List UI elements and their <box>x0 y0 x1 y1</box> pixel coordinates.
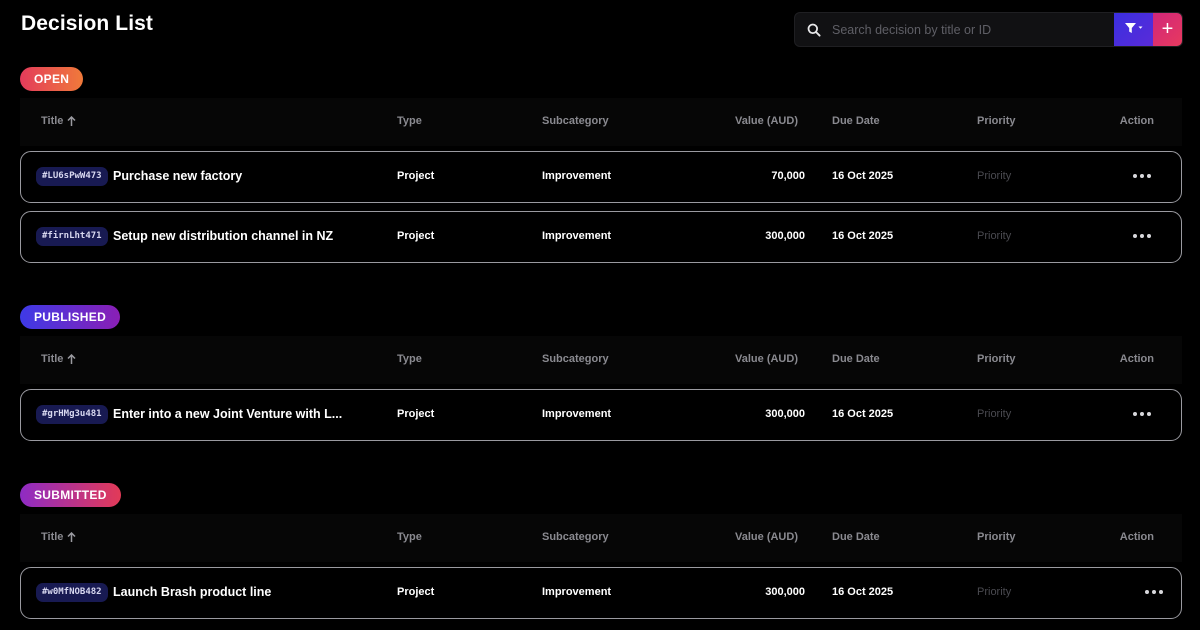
column-action-header: Action <box>1119 353 1154 365</box>
column-action-header: Action <box>1119 115 1154 127</box>
page-title: Decision List <box>21 12 153 35</box>
column-priority-header: Priority <box>977 353 1016 365</box>
column-title-header[interactable]: Title <box>41 115 76 127</box>
column-title-header[interactable]: Title <box>41 353 76 365</box>
section-submitted: SUBMITTED Title Type Subcategory Value (… <box>20 483 1182 619</box>
column-due-date-header: Due Date <box>832 531 880 543</box>
column-priority-header: Priority <box>977 115 1016 127</box>
sort-arrow-up-icon <box>67 353 76 364</box>
search-icon <box>795 13 821 46</box>
column-action-header: Action <box>1119 531 1154 543</box>
search-input[interactable] <box>821 13 1114 46</box>
table-row[interactable]: #firnLht471 Setup new distribution chann… <box>20 211 1182 263</box>
column-value-header: Value (AUD) <box>735 115 798 127</box>
table-header: Title Type Subcategory Value (AUD) Due D… <box>20 336 1182 384</box>
more-options-icon[interactable] <box>1131 226 1153 246</box>
decision-title[interactable]: Setup new distribution channel in NZ <box>113 229 333 243</box>
column-subcategory-header: Subcategory <box>542 353 609 365</box>
decision-id-badge: #LU6sPwW473 <box>36 167 108 186</box>
more-options-icon[interactable] <box>1143 582 1165 602</box>
filter-icon <box>1124 22 1144 37</box>
status-pill-open: OPEN <box>20 67 84 91</box>
column-subcategory-header: Subcategory <box>542 115 609 127</box>
decision-value: 300,000 <box>765 586 805 598</box>
decision-id-badge: #w0MfNOB482 <box>36 583 108 602</box>
decision-priority: Priority <box>977 586 1012 598</box>
table-header: Title Type Subcategory Value (AUD) Due D… <box>20 98 1182 146</box>
decision-value: 70,000 <box>771 170 805 182</box>
column-type-header: Type <box>397 115 422 127</box>
sort-arrow-up-icon <box>67 115 76 126</box>
decision-subcategory: Improvement <box>542 408 612 420</box>
table-row[interactable]: #LU6sPwW473 Purchase new factory Project… <box>20 151 1182 203</box>
decision-title[interactable]: Enter into a new Joint Venture with L... <box>113 407 342 421</box>
decision-due-date: 16 Oct 2025 <box>832 230 894 242</box>
section-open: OPEN Title Type Subcategory Value (AUD) … <box>20 67 1182 263</box>
decision-subcategory: Improvement <box>542 170 612 182</box>
decision-due-date: 16 Oct 2025 <box>832 408 894 420</box>
column-value-header: Value (AUD) <box>735 353 798 365</box>
decision-subcategory: Improvement <box>542 230 612 242</box>
decision-priority: Priority <box>977 408 1012 420</box>
decision-id-badge: #firnLht471 <box>36 227 108 246</box>
decision-value: 300,000 <box>765 408 805 420</box>
decision-title[interactable]: Purchase new factory <box>113 169 242 183</box>
decision-list-page: Decision List + OPEN Title Type Subcateg… <box>0 0 1200 630</box>
column-priority-header: Priority <box>977 531 1016 543</box>
decision-type: Project <box>397 230 435 242</box>
section-published: PUBLISHED Title Type Subcategory Value (… <box>20 305 1182 441</box>
column-type-header: Type <box>397 353 422 365</box>
column-value-header: Value (AUD) <box>735 531 798 543</box>
more-options-icon[interactable] <box>1131 404 1153 424</box>
column-due-date-header: Due Date <box>832 115 880 127</box>
decision-due-date: 16 Oct 2025 <box>832 586 894 598</box>
column-type-header: Type <box>397 531 422 543</box>
sort-arrow-up-icon <box>67 531 76 542</box>
status-pill-submitted: SUBMITTED <box>20 483 121 507</box>
filter-button[interactable] <box>1114 13 1153 46</box>
decision-type: Project <box>397 408 435 420</box>
table-row[interactable]: #w0MfNOB482 Launch Brash product line Pr… <box>20 567 1182 619</box>
decision-subcategory: Improvement <box>542 586 612 598</box>
decision-type: Project <box>397 586 435 598</box>
decision-priority: Priority <box>977 170 1012 182</box>
column-title-header[interactable]: Title <box>41 531 76 543</box>
more-options-icon[interactable] <box>1131 166 1153 186</box>
status-pill-published: PUBLISHED <box>20 305 121 329</box>
column-due-date-header: Due Date <box>832 353 880 365</box>
decision-title[interactable]: Launch Brash product line <box>113 585 271 599</box>
add-decision-button[interactable]: + <box>1153 13 1182 46</box>
decision-id-badge: #grHMg3u481 <box>36 405 108 424</box>
decision-value: 300,000 <box>765 230 805 242</box>
table-row[interactable]: #grHMg3u481 Enter into a new Joint Ventu… <box>20 389 1182 441</box>
decision-due-date: 16 Oct 2025 <box>832 170 894 182</box>
column-subcategory-header: Subcategory <box>542 531 609 543</box>
table-header: Title Type Subcategory Value (AUD) Due D… <box>20 514 1182 562</box>
search-bar: + <box>794 12 1183 47</box>
decision-type: Project <box>397 170 435 182</box>
decision-priority: Priority <box>977 230 1012 242</box>
